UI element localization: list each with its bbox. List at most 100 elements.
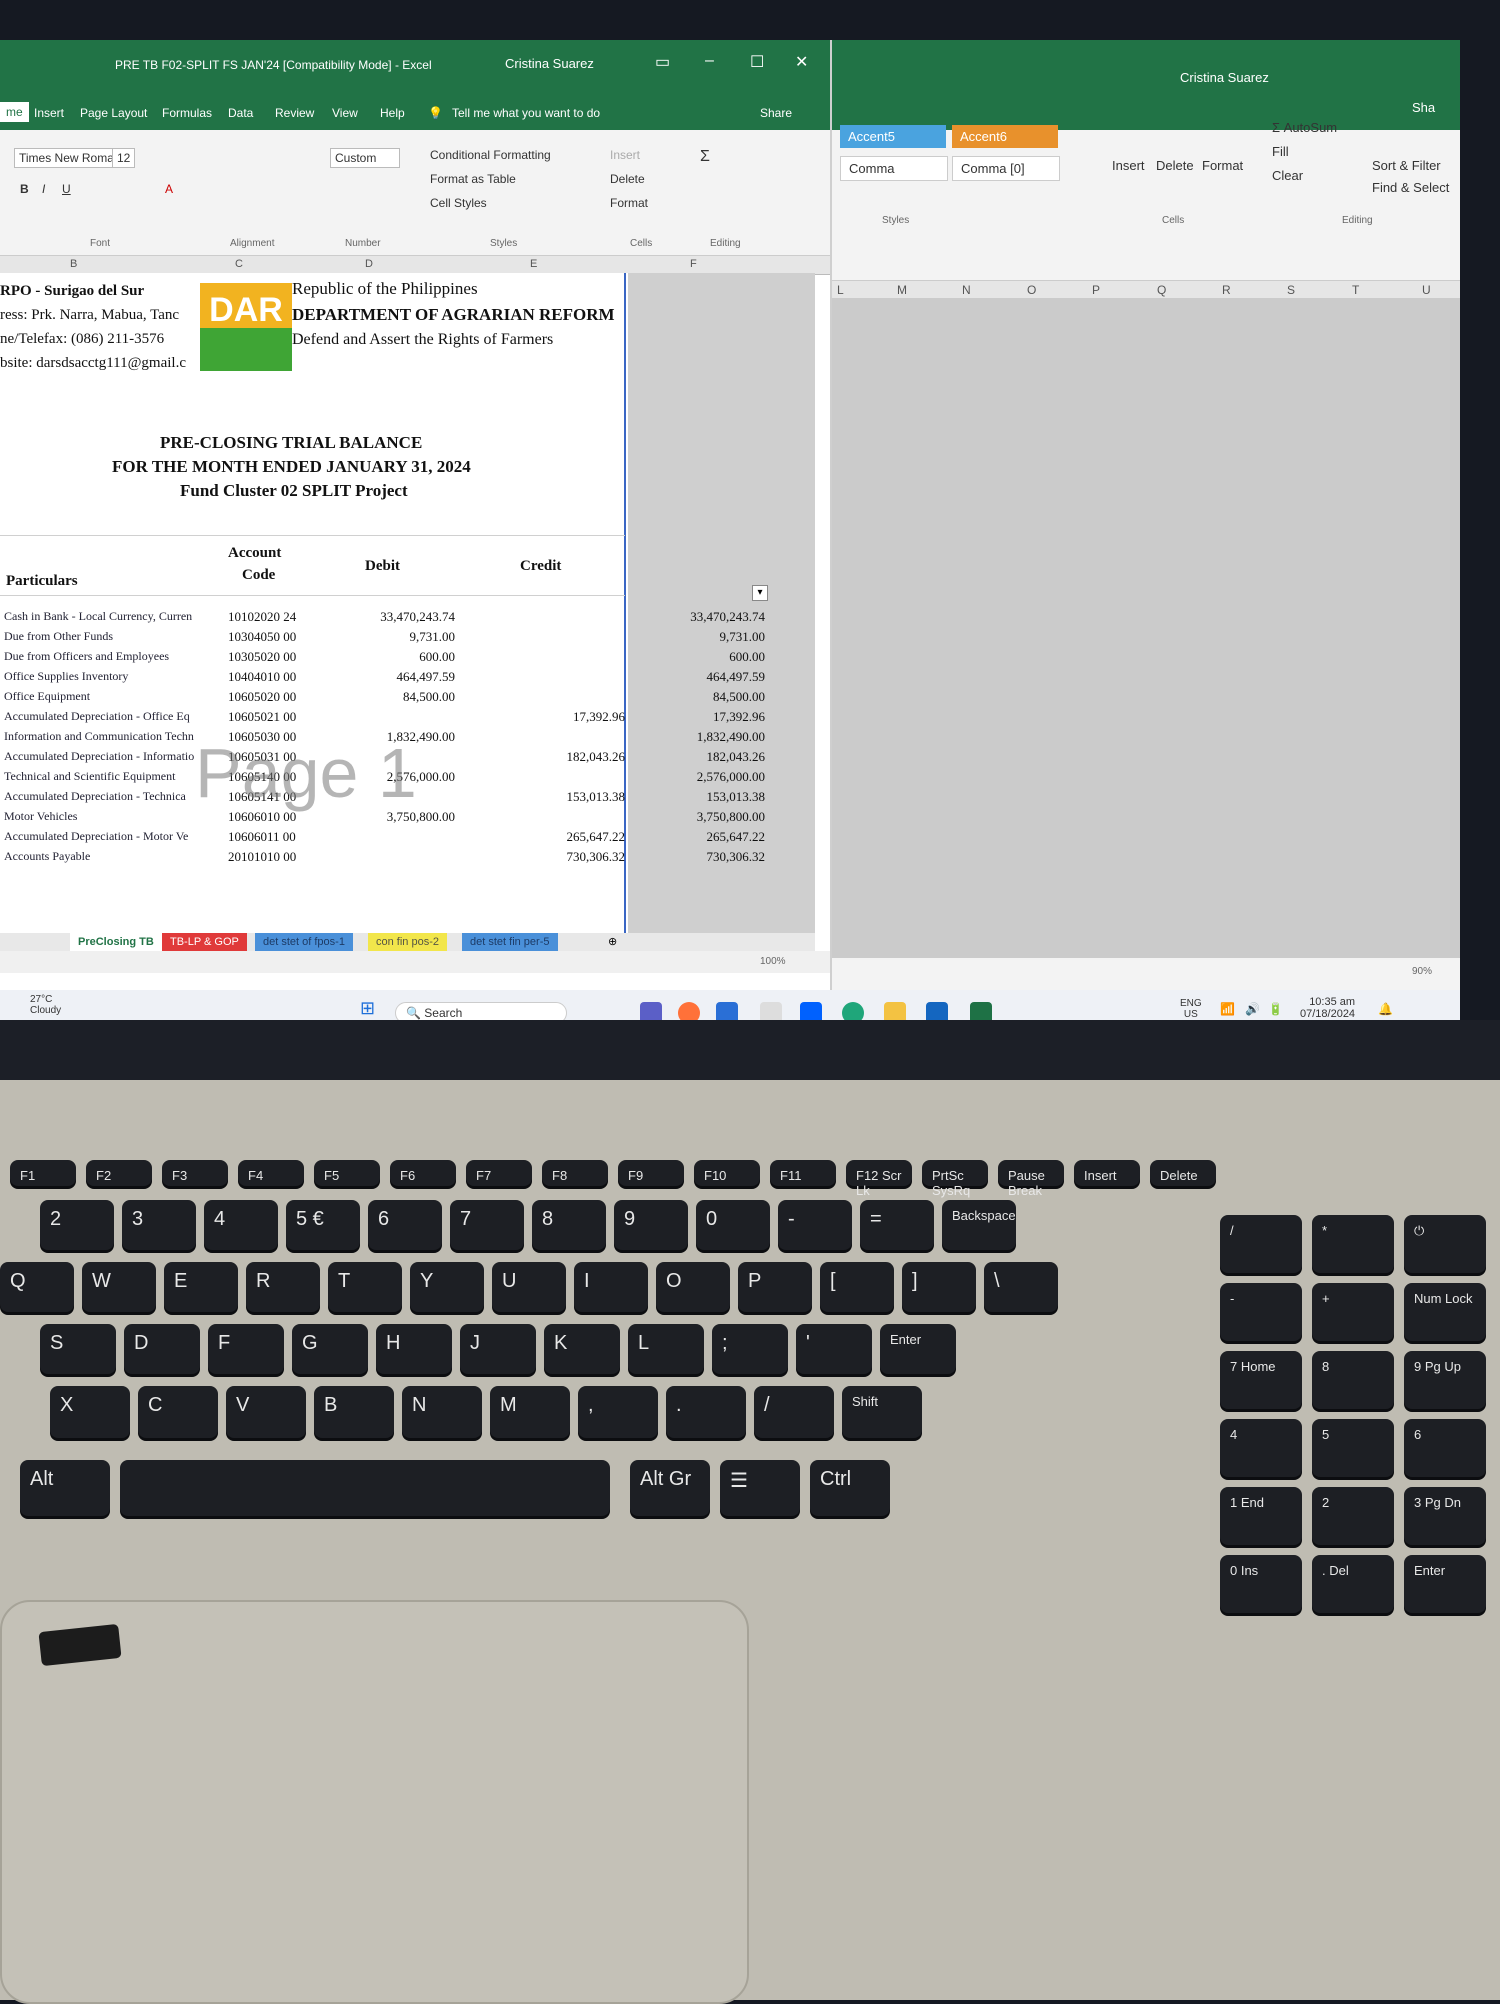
minimize-icon[interactable]: –: [705, 52, 714, 70]
key-fn-8[interactable]: F9: [618, 1160, 684, 1186]
key-fn-2[interactable]: F3: [162, 1160, 228, 1186]
row-particulars[interactable]: Technical and Scientific Equipment: [4, 769, 224, 784]
key-row2-7[interactable]: I: [574, 1262, 648, 1312]
outlook-icon[interactable]: [926, 1002, 948, 1020]
key-row2-9[interactable]: P: [738, 1262, 812, 1312]
row-particulars[interactable]: Office Supplies Inventory: [4, 669, 224, 684]
cell-styles-button[interactable]: Cell Styles: [430, 196, 487, 210]
key-row1-8[interactable]: 0: [696, 1200, 770, 1250]
row-particulars[interactable]: Accounts Payable: [4, 849, 224, 864]
col-r[interactable]: R: [1222, 283, 1231, 297]
key-numpad-5[interactable]: Num Lock: [1404, 1283, 1486, 1341]
col-m[interactable]: M: [897, 283, 907, 297]
key-fn-3[interactable]: F4: [238, 1160, 304, 1186]
key-row2-3[interactable]: R: [246, 1262, 320, 1312]
row-balance[interactable]: 600.00: [650, 649, 765, 665]
autosum-icon[interactable]: Σ: [700, 148, 710, 166]
key-row3-9[interactable]: ': [796, 1324, 872, 1374]
format-as-table-button[interactable]: Format as Table: [430, 172, 516, 186]
key-row5-2[interactable]: ☰: [720, 1460, 800, 1516]
row-particulars[interactable]: Accumulated Depreciation - Motor Ve: [4, 829, 224, 844]
key-row2-2[interactable]: E: [164, 1262, 238, 1312]
row-balance[interactable]: 464,497.59: [650, 669, 766, 685]
row-credit[interactable]: 265,647.22: [505, 829, 626, 845]
font-name-box[interactable]: Times New Roma: [14, 148, 119, 168]
sheet-tab-det-stet-fpos[interactable]: det stet of fpos-1: [255, 933, 353, 951]
key-row3-4[interactable]: H: [376, 1324, 452, 1374]
row-debit[interactable]: 84,500.00: [335, 689, 455, 705]
taskbar-search[interactable]: 🔍 Search: [395, 1002, 567, 1020]
key-row3-2[interactable]: F: [208, 1324, 284, 1374]
key-row4-8[interactable]: /: [754, 1386, 834, 1438]
row-account-code[interactable]: 10605021 00: [228, 709, 296, 725]
tab-data[interactable]: Data: [228, 106, 253, 120]
key-fn-13[interactable]: Pause Break: [998, 1160, 1064, 1198]
key-row4-5[interactable]: M: [490, 1386, 570, 1438]
key-row4-1[interactable]: C: [138, 1386, 218, 1438]
key-numpad-1[interactable]: *: [1312, 1215, 1394, 1273]
key-row2-1[interactable]: W: [82, 1262, 156, 1312]
right-user-name[interactable]: Cristina Suarez: [1180, 70, 1269, 85]
key-row1-7[interactable]: 9: [614, 1200, 688, 1250]
key-row3-8[interactable]: ;: [712, 1324, 788, 1374]
tab-home[interactable]: me: [0, 102, 29, 122]
filter-icon[interactable]: ▾: [752, 585, 768, 601]
notification-icon[interactable]: 🔔: [1378, 1002, 1393, 1016]
style-comma-0[interactable]: Comma [0]: [952, 156, 1060, 181]
row-particulars[interactable]: Motor Vehicles: [4, 809, 224, 824]
insert-cells-button[interactable]: Insert: [610, 148, 640, 162]
close-icon[interactable]: ✕: [795, 52, 808, 72]
key-row4-0[interactable]: X: [50, 1386, 130, 1438]
key-row4-7[interactable]: .: [666, 1386, 746, 1438]
tell-me-box[interactable]: Tell me what you want to do: [452, 106, 600, 120]
key-numpad-11[interactable]: 6: [1404, 1419, 1486, 1477]
style-accent6[interactable]: Accent6: [952, 125, 1058, 148]
edge-icon[interactable]: [842, 1002, 864, 1020]
underline-button[interactable]: U: [62, 182, 71, 196]
key-numpad-15[interactable]: 0 Ins: [1220, 1555, 1302, 1613]
key-row2-11[interactable]: ]: [902, 1262, 976, 1312]
col-l[interactable]: L: [837, 283, 844, 297]
key-fn-11[interactable]: F12 Scr Lk: [846, 1160, 912, 1198]
key-row2-4[interactable]: T: [328, 1262, 402, 1312]
file-explorer-icon[interactable]: [884, 1002, 906, 1020]
key-numpad-2[interactable]: ⏻: [1404, 1215, 1486, 1273]
key-numpad-0[interactable]: /: [1220, 1215, 1302, 1273]
teams-icon[interactable]: [640, 1002, 662, 1020]
row-debit[interactable]: 9,731.00: [335, 629, 456, 645]
key-row2-5[interactable]: Y: [410, 1262, 484, 1312]
key-numpad-16[interactable]: . Del: [1312, 1555, 1394, 1613]
conditional-formatting-button[interactable]: Conditional Formatting: [430, 148, 551, 162]
italic-button[interactable]: I: [42, 182, 45, 196]
col-c[interactable]: C: [235, 258, 243, 270]
key-fn-6[interactable]: F7: [466, 1160, 532, 1186]
key-row4-6[interactable]: ,: [578, 1386, 658, 1438]
key-numpad-17[interactable]: Enter: [1404, 1555, 1486, 1613]
windows-start-icon[interactable]: ⊞: [360, 998, 375, 1019]
key-fn-5[interactable]: F6: [390, 1160, 456, 1186]
row-particulars[interactable]: Cash in Bank - Local Currency, Curren: [4, 609, 224, 624]
key-row5-1[interactable]: Alt Gr: [630, 1460, 710, 1516]
key-fn-10[interactable]: F11: [770, 1160, 836, 1186]
row-balance[interactable]: 730,306.32: [650, 849, 766, 865]
wifi-icon[interactable]: 📶: [1220, 1002, 1235, 1016]
key-fn-1[interactable]: F2: [86, 1160, 152, 1186]
row-account-code[interactable]: 20101010 00: [228, 849, 296, 865]
font-size-box[interactable]: 12: [112, 148, 136, 168]
key-row4-9[interactable]: Shift: [842, 1386, 922, 1438]
row-credit[interactable]: 730,306.32: [505, 849, 626, 865]
ribbon-display-icon[interactable]: ▭: [655, 52, 670, 72]
key-row5-0[interactable]: Alt: [20, 1460, 110, 1516]
right-zoom-level[interactable]: 90%: [1412, 966, 1432, 977]
right-delete-button[interactable]: Delete: [1156, 158, 1194, 173]
key-row1-5[interactable]: 7: [450, 1200, 524, 1250]
row-balance[interactable]: 1,832,490.00: [650, 729, 765, 745]
volume-icon[interactable]: 🔊: [1245, 1002, 1260, 1016]
share-button[interactable]: Share: [760, 106, 792, 120]
zoom-level[interactable]: 100%: [760, 956, 786, 967]
row-balance[interactable]: 153,013.38: [650, 789, 766, 805]
key-row1-4[interactable]: 6: [368, 1200, 442, 1250]
style-accent5[interactable]: Accent5: [840, 125, 946, 148]
sheet-tab-preclosing[interactable]: PreClosing TB: [70, 933, 162, 951]
row-credit[interactable]: 17,392.96: [505, 709, 625, 725]
